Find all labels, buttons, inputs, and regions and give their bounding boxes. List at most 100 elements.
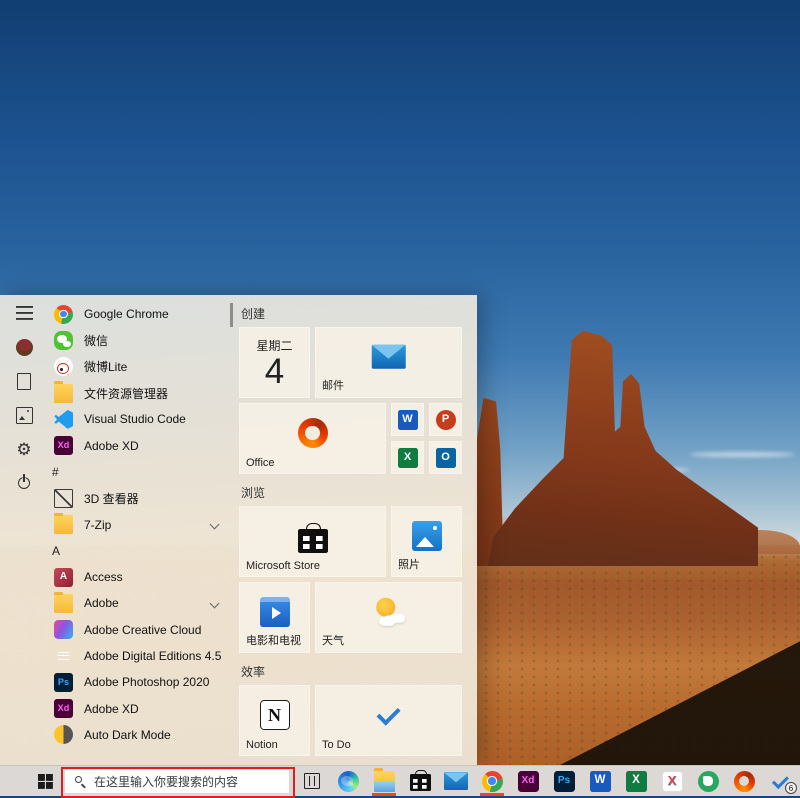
app-list-item[interactable]: 微信 — [50, 327, 234, 353]
rail-button[interactable] — [0, 371, 48, 391]
small-tile[interactable] — [429, 403, 462, 436]
start-tile[interactable]: 照片 — [391, 506, 462, 577]
app-list-item[interactable]: A — [50, 538, 234, 564]
pictures-icon — [16, 407, 33, 424]
tile-grid: Notion To Do — [239, 685, 462, 756]
ade-icon — [54, 647, 73, 666]
todo-icon — [374, 700, 404, 730]
app-list-item[interactable]: Adobe XD — [50, 432, 234, 458]
start-button[interactable] — [28, 766, 62, 796]
start-tile[interactable]: 电影和电视 — [239, 582, 310, 653]
start-tile[interactable]: 邮件 — [315, 327, 462, 398]
tile-group-label[interactable]: 效率 — [241, 663, 477, 677]
small-tile[interactable] — [391, 441, 424, 474]
app-list-label: Adobe Photoshop 2020 — [84, 675, 209, 689]
start-tile[interactable]: To Do — [315, 685, 462, 756]
app-list-item[interactable]: Adobe XD — [50, 695, 234, 721]
rail-button[interactable] — [0, 405, 48, 425]
app-list-item[interactable]: Access — [50, 564, 234, 590]
start-tile[interactable] — [391, 403, 462, 474]
taskbar: 6 — [0, 765, 800, 796]
chevron-down-icon[interactable] — [210, 598, 220, 608]
tile-label: Notion — [246, 739, 278, 751]
evernote-icon — [698, 771, 719, 792]
app-list-label: A — [52, 544, 60, 558]
tile-label: 邮件 — [322, 377, 344, 393]
chrome-icon — [482, 771, 503, 792]
taskbar-app[interactable] — [510, 766, 546, 796]
start-tile[interactable]: 星期二 4 — [239, 327, 310, 398]
app-list-item[interactable]: 微博Lite — [50, 354, 234, 380]
app-list-item[interactable]: 7-Zip — [50, 511, 234, 537]
folder-icon — [54, 515, 73, 534]
app-list-label: 3D 查看器 — [84, 490, 139, 507]
taskbar-app[interactable] — [582, 766, 618, 796]
taskbar-app[interactable] — [546, 766, 582, 796]
search-input[interactable] — [94, 775, 289, 789]
start-tile[interactable]: Office — [239, 403, 386, 474]
app-list-item[interactable]: # — [50, 459, 234, 485]
taskbar-search[interactable] — [65, 770, 289, 793]
tile-group: 效率 Notion — [239, 663, 477, 756]
taskbar-app[interactable] — [438, 766, 474, 796]
rail-button[interactable] — [0, 439, 48, 459]
start-menu: Google Chrome 微信 微博Lite 文件资源管理器 Visu — [0, 295, 477, 765]
taskbar-app[interactable] — [402, 766, 438, 796]
calendar-day: 4 — [239, 354, 310, 391]
app-list-label: Adobe — [84, 596, 119, 610]
app-list-label: Access — [84, 570, 123, 584]
app-list-item[interactable]: Google Chrome — [50, 301, 234, 327]
tile-grid: Microsoft Store 照片 电影和电视 — [239, 506, 462, 653]
cloud — [690, 452, 795, 457]
tile-label: 天气 — [322, 632, 344, 648]
app-list-item[interactable]: 3D 查看器 — [50, 485, 234, 511]
app-list-label: 微信 — [84, 332, 108, 349]
start-tile[interactable]: 天气 — [315, 582, 462, 653]
start-tile[interactable]: Microsoft Store — [239, 506, 386, 577]
app-list-label: Adobe XD — [84, 702, 139, 716]
app-list-scrollbar[interactable] — [230, 303, 233, 327]
access-icon — [54, 568, 73, 587]
excel-icon — [398, 448, 418, 468]
tile-group-label[interactable]: 浏览 — [241, 484, 477, 498]
xd-icon — [518, 771, 539, 792]
app-list-label: Auto Dark Mode — [84, 728, 171, 742]
taskbar-app[interactable] — [726, 766, 762, 796]
vscode-icon — [54, 410, 73, 429]
tile-group: 浏览 Microsoft Store — [239, 484, 477, 653]
taskbar-app[interactable] — [618, 766, 654, 796]
notification-badge: 6 — [785, 782, 797, 794]
rail-button[interactable] — [0, 337, 48, 357]
taskbar-app[interactable] — [330, 766, 366, 796]
app-list-item[interactable]: Adobe Creative Cloud — [50, 617, 234, 643]
taskbar-app[interactable] — [654, 766, 690, 796]
chevron-down-icon[interactable] — [210, 520, 220, 530]
app-list-item[interactable]: Visual Studio Code — [50, 406, 234, 432]
app-list-item[interactable]: 文件资源管理器 — [50, 380, 234, 406]
settings-icon — [16, 441, 33, 458]
taskview-icon — [304, 773, 320, 789]
tile-label: Office — [246, 457, 275, 469]
small-tile[interactable] — [391, 403, 424, 436]
task-view-button[interactable] — [298, 766, 326, 796]
app-list-label: Visual Studio Code — [84, 412, 186, 426]
ps-icon — [554, 771, 575, 792]
start-tile[interactable]: Notion — [239, 685, 310, 756]
rail-button[interactable] — [0, 473, 48, 493]
taskbar-app[interactable] — [690, 766, 726, 796]
taskbar-app[interactable] — [366, 766, 402, 796]
office-icon — [734, 771, 755, 792]
taskbar-app[interactable]: 6 — [762, 766, 798, 796]
edge-icon — [338, 771, 359, 792]
tile-group-label[interactable]: 创建 — [241, 305, 477, 319]
rail-button[interactable] — [0, 303, 48, 323]
app-list-item[interactable]: Adobe — [50, 590, 234, 616]
taskbar-app[interactable] — [474, 766, 510, 796]
app-list-item[interactable]: Adobe Photoshop 2020 — [50, 669, 234, 695]
small-tile[interactable] — [429, 441, 462, 474]
xmind-icon — [662, 771, 683, 792]
app-list-item[interactable]: Adobe Digital Editions 4.5 — [50, 643, 234, 669]
chrome-icon — [54, 305, 73, 324]
app-list-item[interactable]: Auto Dark Mode — [50, 722, 234, 748]
excel-icon — [626, 771, 647, 792]
